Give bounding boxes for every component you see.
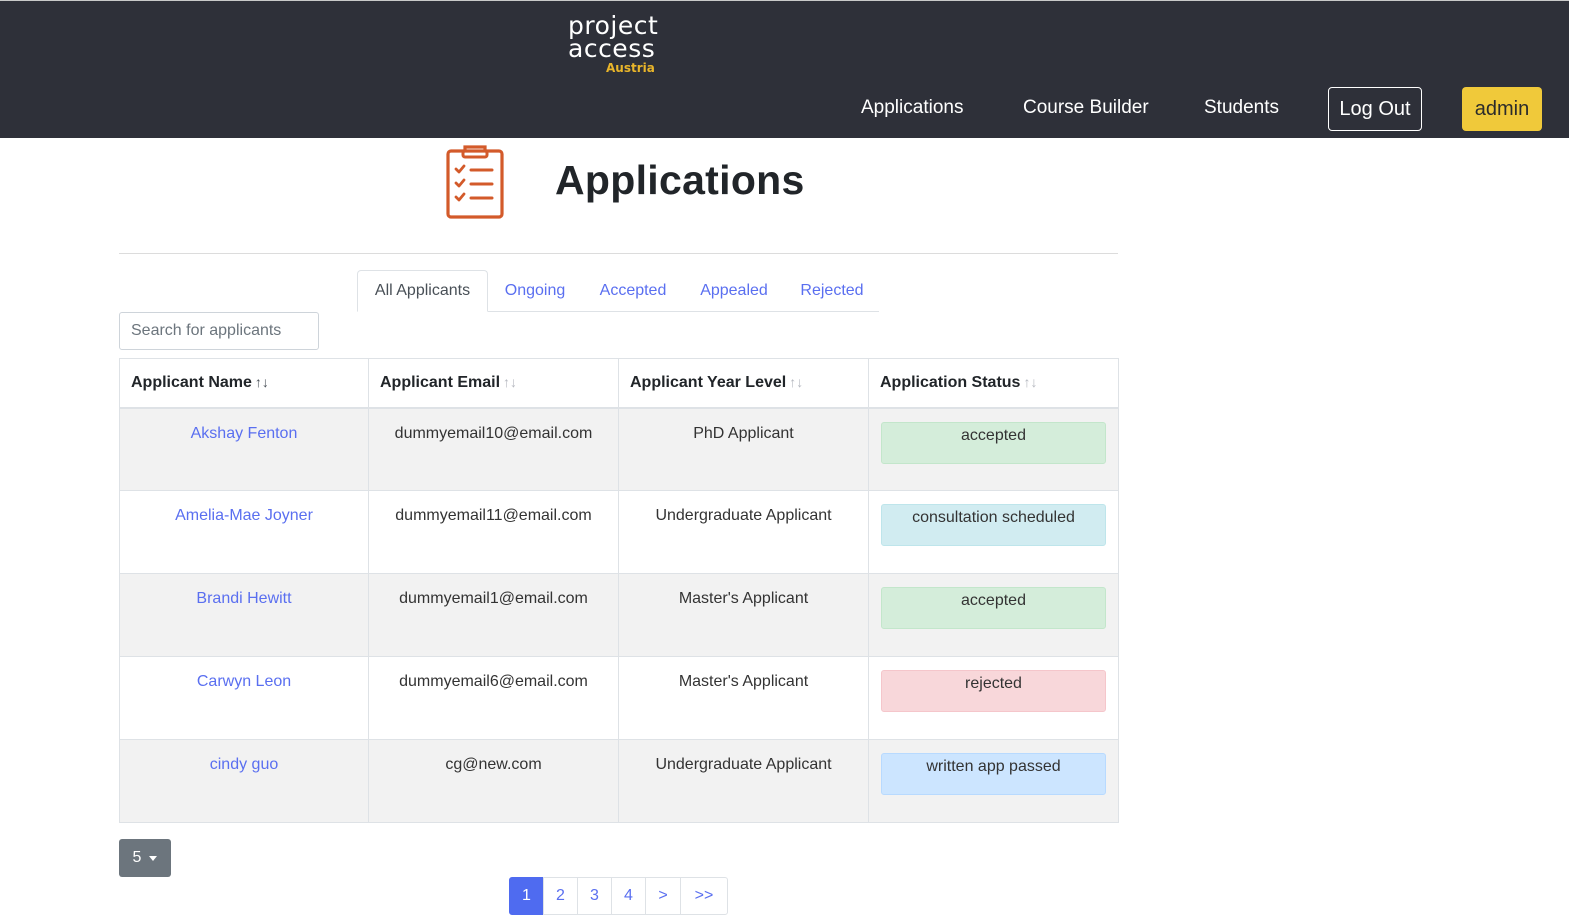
tab-accepted[interactable]: Accepted: [588, 270, 678, 312]
column-header-status[interactable]: Application Status ↑↓: [868, 358, 1119, 409]
status-badge: accepted: [881, 421, 1106, 464]
cell-email: cg@new.com: [368, 739, 619, 823]
applicant-name-link[interactable]: Brandi Hewitt: [196, 590, 291, 607]
table-row: Amelia-Mae Joyner dummyemail11@email.com…: [119, 490, 1119, 574]
clipboard-checklist-icon: [446, 145, 504, 219]
next-page-button[interactable]: >: [645, 877, 681, 915]
table-row: Akshay Fenton dummyemail10@email.com PhD…: [119, 407, 1119, 491]
status-badge: accepted: [881, 587, 1106, 629]
table-row: Brandi Hewitt dummyemail1@email.com Mast…: [119, 573, 1119, 657]
nav-course-builder[interactable]: Course Builder: [1023, 96, 1149, 120]
table-row: cindy guo cg@new.com Undergraduate Appli…: [119, 739, 1119, 823]
page-3-button[interactable]: 3: [577, 877, 612, 915]
sort-icon[interactable]: ↑↓: [789, 374, 803, 390]
title-divider: [119, 253, 1118, 254]
page-size-value: 5: [132, 849, 142, 866]
sort-icon[interactable]: ↑↓: [1023, 374, 1037, 390]
cell-name: Akshay Fenton: [119, 407, 369, 491]
column-header-email[interactable]: Applicant Email ↑↓: [368, 358, 619, 409]
last-page-button[interactable]: >>: [680, 877, 728, 915]
logo-line-access: access: [568, 34, 656, 63]
nav-applications[interactable]: Applications: [861, 96, 963, 120]
cell-year-level: Undergraduate Applicant: [618, 739, 869, 823]
cell-email: dummyemail1@email.com: [368, 573, 619, 657]
column-header-name[interactable]: Applicant Name ↑↓: [119, 358, 369, 409]
caret-down-icon: [149, 855, 158, 861]
column-label: Applicant Name: [131, 373, 252, 391]
page-2-button[interactable]: 2: [543, 877, 578, 915]
sort-icon[interactable]: ↑↓: [503, 374, 517, 390]
status-badge: consultation scheduled: [881, 504, 1106, 546]
pagination: 1 2 3 4 > >>: [509, 877, 728, 915]
cell-name: Brandi Hewitt: [119, 573, 369, 657]
tab-rejected[interactable]: Rejected: [790, 270, 874, 312]
cell-year-level: Undergraduate Applicant: [618, 490, 869, 574]
cell-status: rejected: [868, 656, 1119, 740]
applicant-name-link[interactable]: cindy guo: [210, 756, 279, 773]
column-header-year-level[interactable]: Applicant Year Level ↑↓: [618, 358, 869, 409]
table-row: Carwyn Leon dummyemail6@email.com Master…: [119, 656, 1119, 740]
applicants-table: Applicant Name ↑↓ Applicant Email ↑↓ Appli…: [119, 358, 1119, 823]
sort-icon[interactable]: ↑↓: [255, 374, 269, 390]
nav-students[interactable]: Students: [1204, 96, 1279, 120]
table-header-row: Applicant Name ↑↓ Applicant Email ↑↓ Appli…: [119, 358, 1119, 409]
logo-line-austria: Austria: [606, 61, 655, 75]
cell-status: accepted: [868, 407, 1119, 491]
page-title: Applications: [555, 157, 805, 203]
cell-name: Amelia-Mae Joyner: [119, 490, 369, 574]
column-label: Application Status: [880, 373, 1021, 391]
cell-name: Carwyn Leon: [119, 656, 369, 740]
column-label: Applicant Email: [380, 373, 501, 391]
applicant-name-link[interactable]: Amelia-Mae Joyner: [175, 507, 313, 524]
cell-year-level: Master's Applicant: [618, 573, 869, 657]
cell-year-level: Master's Applicant: [618, 656, 869, 740]
cell-status: accepted: [868, 573, 1119, 657]
logout-button[interactable]: Log Out: [1328, 87, 1422, 131]
page-4-button[interactable]: 4: [611, 877, 646, 915]
page-size-dropdown[interactable]: 5: [119, 839, 171, 877]
top-navbar: project access Austria Applications Cour…: [0, 0, 1569, 138]
tab-ongoing[interactable]: Ongoing: [492, 270, 578, 312]
cell-year-level: PhD Applicant: [618, 407, 869, 491]
cell-status: consultation scheduled: [868, 490, 1119, 574]
cell-email: dummyemail10@email.com: [368, 407, 619, 491]
cell-email: dummyemail6@email.com: [368, 656, 619, 740]
cell-email: dummyemail11@email.com: [368, 490, 619, 574]
cell-status: written app passed: [868, 739, 1119, 823]
tab-all-applicants[interactable]: All Applicants: [357, 270, 488, 312]
applicant-name-link[interactable]: Akshay Fenton: [191, 425, 298, 442]
status-badge: written app passed: [881, 753, 1106, 795]
search-input[interactable]: [119, 312, 319, 350]
column-label: Applicant Year Level: [630, 373, 787, 391]
page-1-button[interactable]: 1: [509, 877, 544, 915]
status-badge: rejected: [881, 670, 1106, 712]
applicant-name-link[interactable]: Carwyn Leon: [197, 673, 291, 690]
admin-button[interactable]: admin: [1462, 87, 1542, 131]
tab-appealed[interactable]: Appealed: [688, 270, 780, 312]
project-access-logo[interactable]: project access Austria: [568, 13, 668, 77]
cell-name: cindy guo: [119, 739, 369, 823]
